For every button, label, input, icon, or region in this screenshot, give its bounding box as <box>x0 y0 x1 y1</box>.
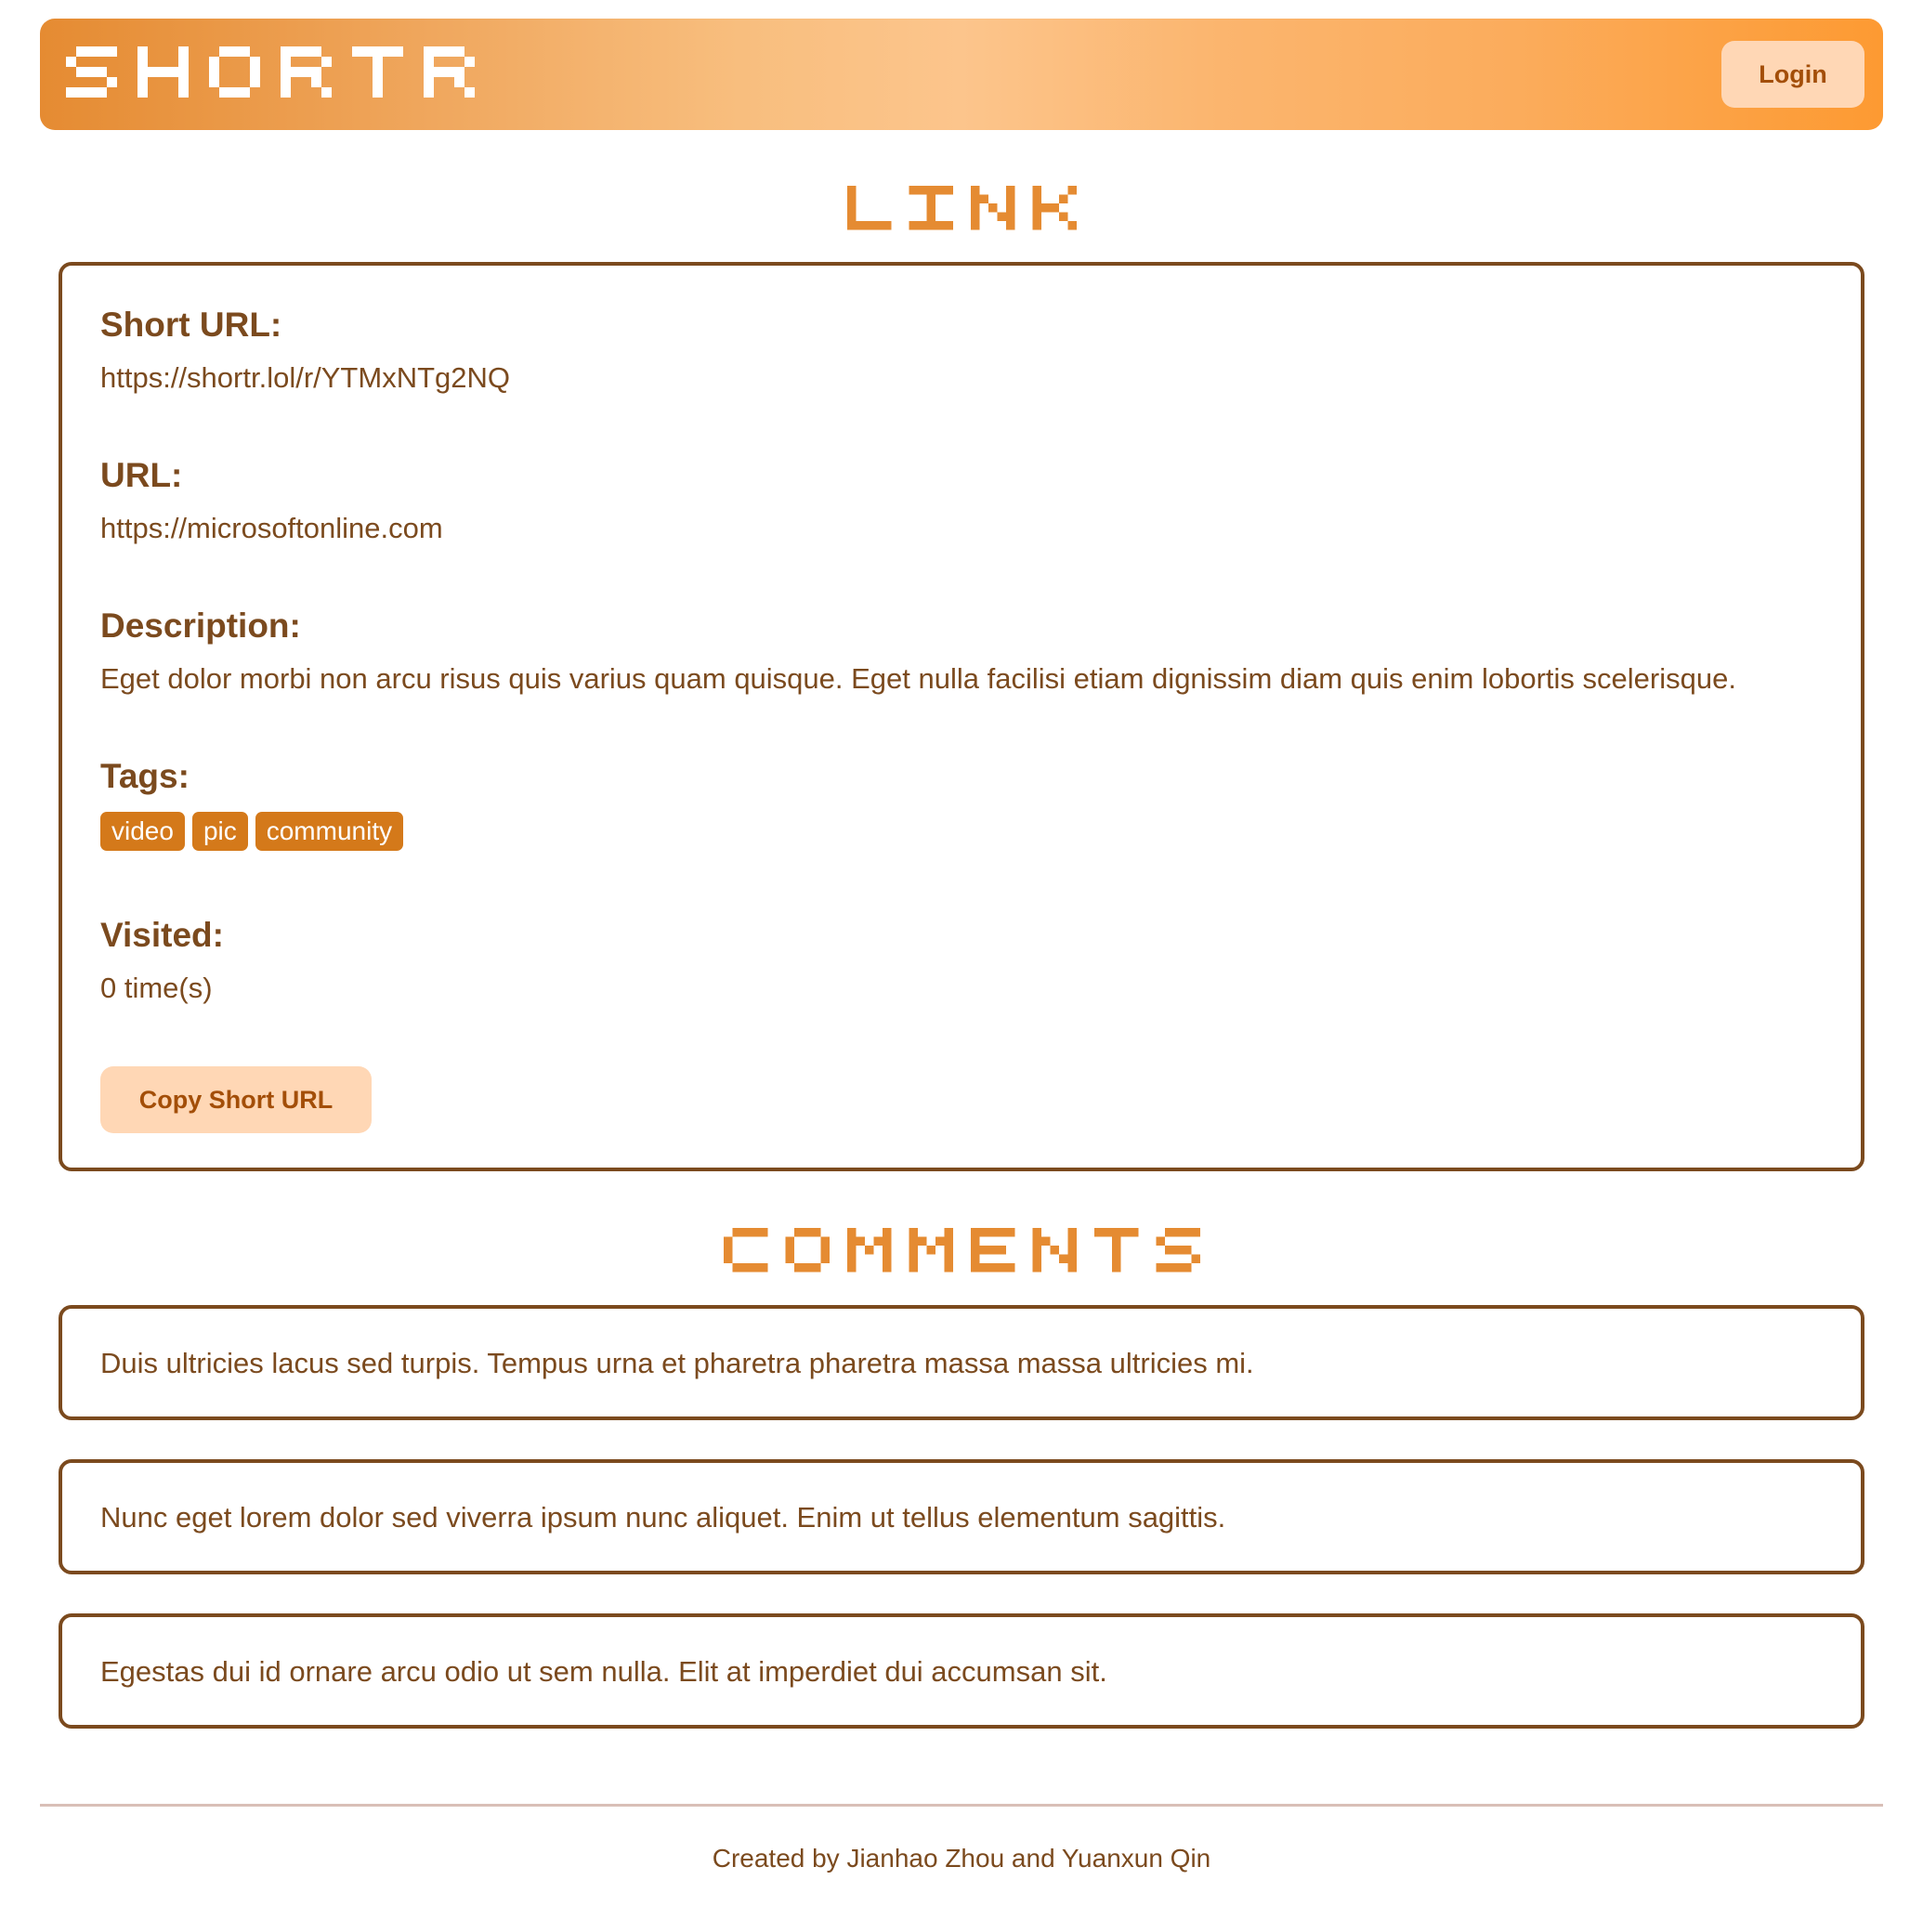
link-section-title <box>0 186 1923 230</box>
login-button[interactable]: Login <box>1721 41 1864 108</box>
title-letter <box>1032 1228 1077 1273</box>
brand-letter <box>66 46 117 98</box>
comment-text: Egestas dui id ornare arcu odio ut sem n… <box>100 1655 1107 1688</box>
brand-wordmark-icon <box>66 46 475 98</box>
brand-letter <box>424 46 475 98</box>
title-letter <box>909 1228 953 1273</box>
comments-title-wordmark <box>723 1228 1200 1273</box>
comment-card: Duis ultricies lacus sed turpis. Tempus … <box>59 1305 1864 1420</box>
tag-chip[interactable]: community <box>255 812 404 851</box>
visited-value: 0 time(s) <box>100 972 213 1004</box>
url-label: URL: <box>100 456 183 494</box>
title-letter <box>1156 1228 1200 1273</box>
url-field: URL: https://microsoftonline.com <box>100 455 443 546</box>
comments-section-title <box>0 1228 1923 1273</box>
top-navbar: Login <box>40 19 1883 130</box>
title-letter <box>1093 1228 1138 1273</box>
title-letter <box>846 1228 891 1273</box>
title-letter <box>970 186 1014 230</box>
comment-text: Nunc eget lorem dolor sed viverra ipsum … <box>100 1501 1226 1534</box>
tag-chip[interactable]: pic <box>191 812 248 851</box>
title-letter <box>1032 186 1077 230</box>
comment-text: Duis ultricies lacus sed turpis. Tempus … <box>100 1347 1254 1379</box>
title-letter <box>723 1228 767 1273</box>
tags-label: Tags: <box>100 757 190 795</box>
description-field: Description: Eget dolor morbi non arcu r… <box>100 606 1736 697</box>
visited-field: Visited: 0 time(s) <box>100 915 224 1006</box>
brand-letter <box>352 46 403 98</box>
brand-logo[interactable] <box>66 46 475 102</box>
footer-credit: Created by Jianhao Zhou and Yuanxun Qin <box>712 1844 1211 1873</box>
link-title-wordmark <box>846 186 1077 230</box>
title-letter <box>909 186 953 230</box>
description-label: Description: <box>100 607 301 645</box>
footer-divider <box>40 1804 1883 1807</box>
comment-card: Egestas dui id ornare arcu odio ut sem n… <box>59 1613 1864 1729</box>
short-url-label: Short URL: <box>100 306 282 344</box>
brand-letter <box>137 46 189 98</box>
brand-letter <box>281 46 332 98</box>
short-url-field: Short URL: https://shortr.lol/r/YTMxNTg2… <box>100 305 510 396</box>
tags-field: Tags: video pic community <box>100 756 404 851</box>
short-url-value[interactable]: https://shortr.lol/r/YTMxNTg2NQ <box>100 360 510 396</box>
comment-card: Nunc eget lorem dolor sed viverra ipsum … <box>59 1459 1864 1574</box>
link-details-card: Short URL: https://shortr.lol/r/YTMxNTg2… <box>59 262 1864 1171</box>
title-letter <box>970 1228 1014 1273</box>
visited-label: Visited: <box>100 916 224 954</box>
brand-letter <box>209 46 260 98</box>
copy-short-url-button[interactable]: Copy Short URL <box>100 1066 372 1133</box>
description-value: Eget dolor morbi non arcu risus quis var… <box>100 662 1736 695</box>
title-letter <box>846 186 891 230</box>
url-value[interactable]: https://microsoftonline.com <box>100 511 443 546</box>
tag-list: video pic community <box>100 812 404 851</box>
tag-chip[interactable]: video <box>100 812 185 851</box>
title-letter <box>785 1228 830 1273</box>
